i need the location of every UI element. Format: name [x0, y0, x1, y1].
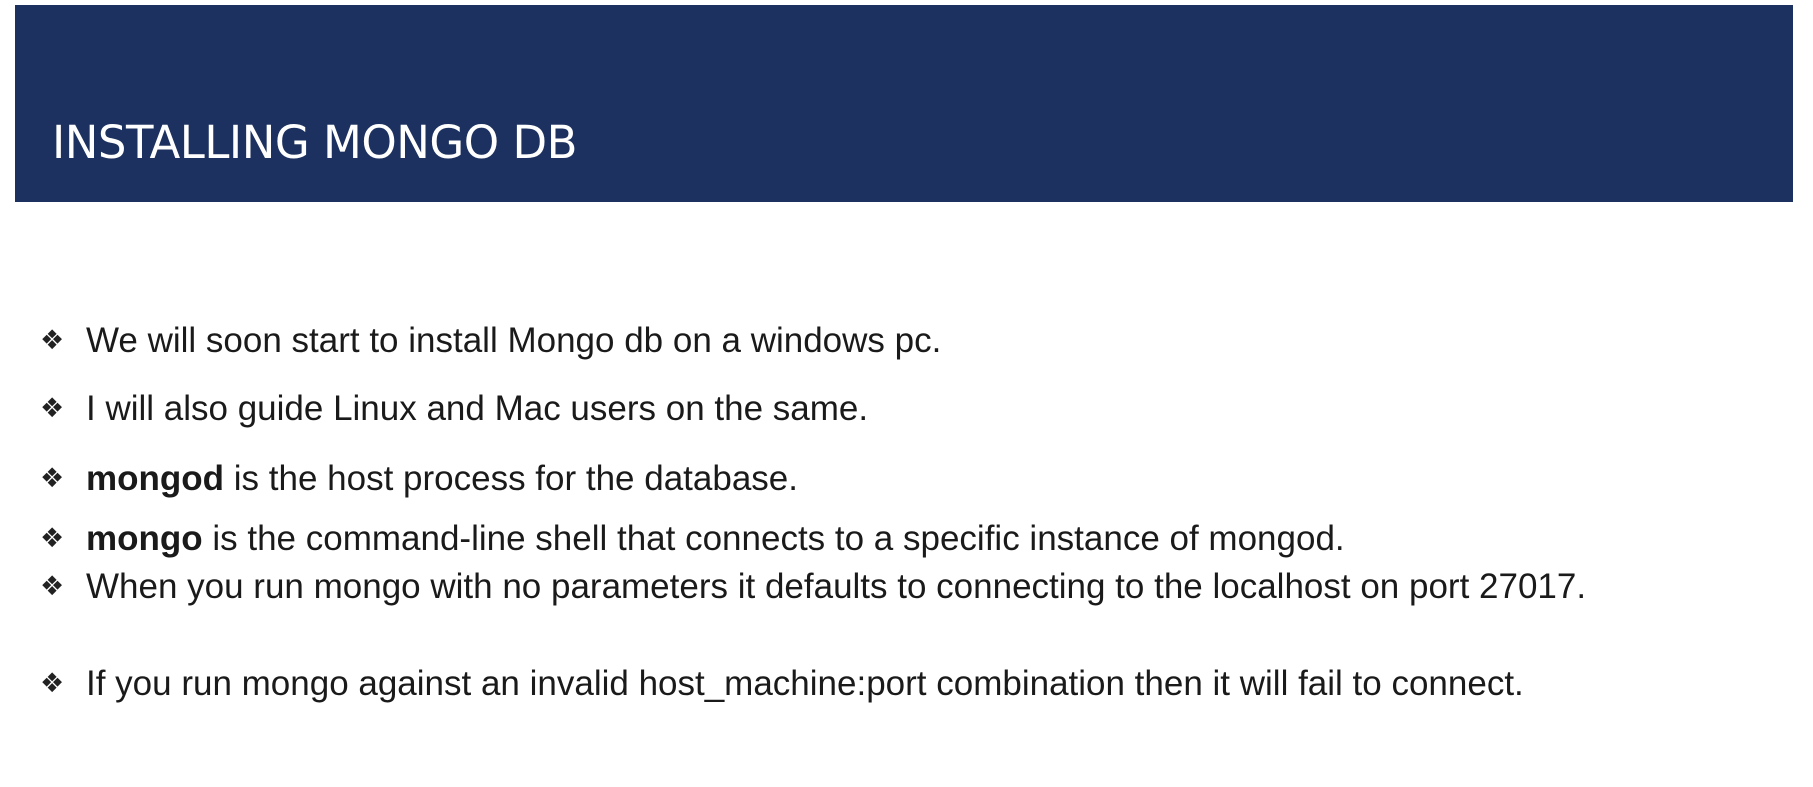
bullet-keyword: mongod: [86, 459, 225, 498]
bullet-text: mongod is the host process for the datab…: [86, 459, 798, 498]
diamond-bullet-icon: ❖: [40, 668, 65, 699]
diamond-bullet-icon: ❖: [40, 523, 65, 554]
bullet-item: ❖ If you run mongo against an invalid ho…: [40, 661, 1600, 707]
bullet-keyword: mongo: [86, 519, 203, 558]
bullet-text: We will soon start to install Mongo db o…: [86, 321, 942, 360]
slide: INSTALLING MONGO DB ❖ We will soon start…: [0, 0, 1813, 787]
bullet-item: ❖ When you run mongo with no parameters …: [40, 564, 1600, 610]
bullet-item: ❖ We will soon start to install Mongo db…: [40, 318, 1600, 364]
diamond-bullet-icon: ❖: [40, 325, 65, 356]
bullet-text: When you run mongo with no parameters it…: [86, 567, 1587, 606]
diamond-bullet-icon: ❖: [40, 463, 65, 494]
title-bar: INSTALLING MONGO DB: [15, 5, 1793, 202]
bullet-text: mongo is the command-line shell that con…: [86, 519, 1345, 558]
diamond-bullet-icon: ❖: [40, 571, 65, 602]
bullet-item: ❖ mongod is the host process for the dat…: [40, 456, 1600, 502]
bullet-text: If you run mongo against an invalid host…: [86, 664, 1524, 703]
bullet-item: ❖ mongo is the command-line shell that c…: [40, 516, 1600, 562]
slide-title: INSTALLING MONGO DB: [52, 116, 578, 169]
bullet-item: ❖ I will also guide Linux and Mac users …: [40, 386, 1600, 432]
bullet-text: I will also guide Linux and Mac users on…: [86, 389, 869, 428]
diamond-bullet-icon: ❖: [40, 393, 65, 424]
